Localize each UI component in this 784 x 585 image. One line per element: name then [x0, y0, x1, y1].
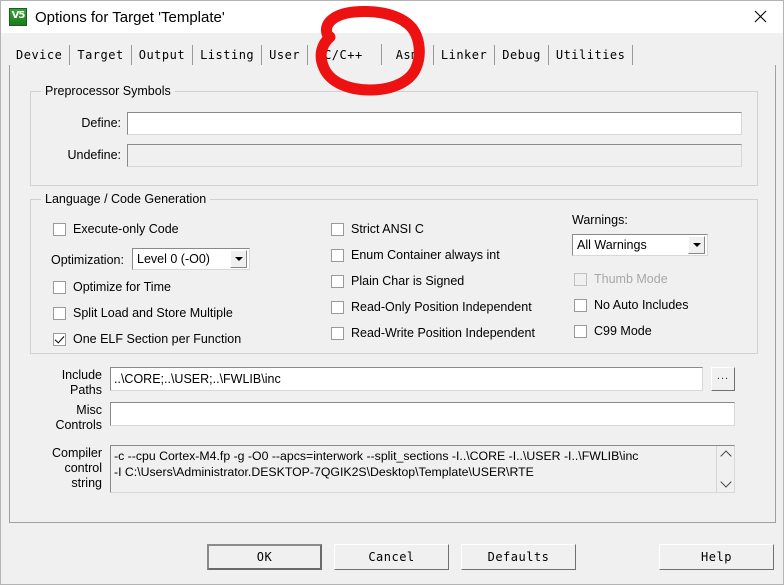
checkbox-box — [331, 222, 344, 236]
define-label: Define: — [81, 116, 121, 130]
optimization-select[interactable]: Level 0 (-O0) — [132, 248, 250, 270]
tab-target[interactable]: Target — [70, 45, 132, 66]
compiler-string-label-line3: string — [71, 476, 102, 490]
warnings-select[interactable]: All Warnings — [572, 234, 708, 256]
checkbox-label: Plain Char is Signed — [351, 274, 465, 288]
checkbox-box — [53, 332, 66, 346]
undefine-input[interactable] — [127, 144, 742, 167]
define-input[interactable] — [127, 112, 742, 135]
tab-listing[interactable]: Listing — [193, 45, 263, 66]
compiler-string-line-1: -c --cpu Cortex-M4.fp -g -O0 --apcs=inte… — [114, 449, 639, 463]
checkbox-label: Split Load and Store Multiple — [73, 306, 233, 320]
language-code-generation-group: Language / Code Generation Execute-only … — [30, 192, 758, 354]
checkbox-optimize-for-time[interactable]: Optimize for Time — [53, 280, 171, 294]
compiler-string-label-line2: control — [64, 461, 102, 475]
checkbox-label: One ELF Section per Function — [73, 332, 242, 346]
c-cpp-settings-panel: Preprocessor Symbols Define: Undefine: L… — [9, 65, 776, 523]
optimization-value: Level 0 (-O0) — [137, 252, 210, 266]
keil-uvision-icon: V5 — [9, 8, 27, 26]
include-paths-browse-button[interactable]: ... — [711, 367, 735, 391]
checkbox-label: Execute-only Code — [73, 222, 179, 236]
tab-c-cpp[interactable]: C/C++ — [308, 44, 382, 66]
help-button[interactable]: Help — [659, 544, 774, 570]
checkbox-c99-mode[interactable]: C99 Mode — [574, 324, 652, 338]
checkbox-label: Read-Write Position Independent — [351, 326, 535, 340]
preprocessor-group-legend: Preprocessor Symbols — [41, 84, 175, 98]
misc-controls-label-line1: Misc — [76, 403, 102, 417]
checkbox-box — [331, 248, 344, 262]
tab-user[interactable]: User — [262, 45, 309, 66]
checkbox-box — [53, 280, 66, 294]
checkbox-label: Optimize for Time — [73, 280, 171, 294]
preprocessor-symbols-group: Preprocessor Symbols Define: Undefine: — [30, 84, 758, 186]
scroll-down-icon[interactable] — [717, 475, 734, 492]
optimization-label: Optimization: — [51, 253, 124, 267]
compiler-string-line-2: -I C:\Users\Administrator.DESKTOP-7QGIK2… — [114, 465, 534, 479]
tab-utilities[interactable]: Utilities — [548, 45, 634, 66]
checkbox-label: Enum Container always int — [351, 248, 500, 262]
checkbox-label: Strict ANSI C — [351, 222, 424, 236]
window-title: Options for Target 'Template' — [35, 8, 225, 26]
misc-controls-label-line2: Controls — [55, 418, 102, 432]
compiler-string-scrollbar[interactable] — [716, 446, 734, 492]
tab-linker[interactable]: Linker — [433, 45, 496, 66]
checkbox-box — [331, 300, 344, 314]
checkbox-read-only-position-independent[interactable]: Read-Only Position Independent — [331, 300, 532, 314]
checkbox-box — [331, 274, 344, 288]
scroll-up-icon[interactable] — [717, 446, 734, 463]
checkbox-read-write-position-independent[interactable]: Read-Write Position Independent — [331, 326, 535, 340]
tab-debug[interactable]: Debug — [495, 45, 549, 66]
tab-device[interactable]: Device — [9, 45, 71, 66]
title-bar: V5 Options for Target 'Template' — [1, 1, 783, 33]
checkbox-one-elf-section-per-function[interactable]: One ELF Section per Function — [53, 332, 241, 346]
misc-controls-input[interactable] — [110, 402, 735, 426]
defaults-button[interactable]: Defaults — [461, 544, 576, 570]
include-paths-label-line1: Include — [61, 368, 102, 382]
checkbox-box — [574, 298, 587, 312]
close-button[interactable] — [737, 1, 783, 32]
tab-asm[interactable]: Asm — [381, 45, 434, 66]
tab-strip: Device Target Output Listing User C/C++ … — [9, 44, 775, 66]
checkbox-no-auto-includes[interactable]: No Auto Includes — [574, 298, 689, 312]
ok-button[interactable]: OK — [207, 544, 322, 570]
warnings-label: Warnings: — [572, 213, 628, 227]
close-icon — [754, 10, 766, 23]
checkbox-enum-container-always-int[interactable]: Enum Container always int — [331, 248, 500, 262]
checkbox-box — [331, 326, 344, 340]
include-paths-input[interactable]: ..\CORE;..\USER;..\FWLIB\inc — [110, 367, 703, 391]
checkbox-split-load-and-store-multiple[interactable]: Split Load and Store Multiple — [53, 306, 233, 320]
checkbox-box — [574, 272, 587, 286]
language-group-legend: Language / Code Generation — [41, 192, 211, 206]
checkbox-strict-ansi-c[interactable]: Strict ANSI C — [331, 222, 424, 236]
warnings-value: All Warnings — [577, 238, 647, 252]
checkbox-box — [53, 306, 66, 320]
include-paths-label-line2: Paths — [70, 383, 102, 397]
checkbox-box — [53, 222, 66, 236]
checkbox-label: Thumb Mode — [594, 272, 668, 286]
checkbox-thumb-mode: Thumb Mode — [574, 272, 668, 286]
checkbox-execute-only-code[interactable]: Execute-only Code — [53, 222, 179, 236]
checkbox-label: Read-Only Position Independent — [351, 300, 532, 314]
checkbox-plain-char-is-signed[interactable]: Plain Char is Signed — [331, 274, 464, 288]
app-icon-label: V5 — [11, 10, 26, 21]
chevron-down-icon[interactable] — [230, 250, 247, 268]
undefine-label: Undefine: — [67, 148, 121, 162]
checkbox-box — [574, 324, 587, 338]
tab-output[interactable]: Output — [131, 45, 194, 66]
compiler-control-string-box[interactable]: -c --cpu Cortex-M4.fp -g -O0 --apcs=inte… — [110, 445, 735, 493]
checkbox-label: No Auto Includes — [594, 298, 689, 312]
options-dialog: V5 Options for Target 'Template' Device … — [0, 0, 784, 585]
compiler-string-label-line1: Compiler — [51, 446, 102, 460]
chevron-down-icon[interactable] — [688, 236, 705, 254]
cancel-button[interactable]: Cancel — [334, 544, 449, 570]
checkbox-label: C99 Mode — [594, 324, 652, 338]
